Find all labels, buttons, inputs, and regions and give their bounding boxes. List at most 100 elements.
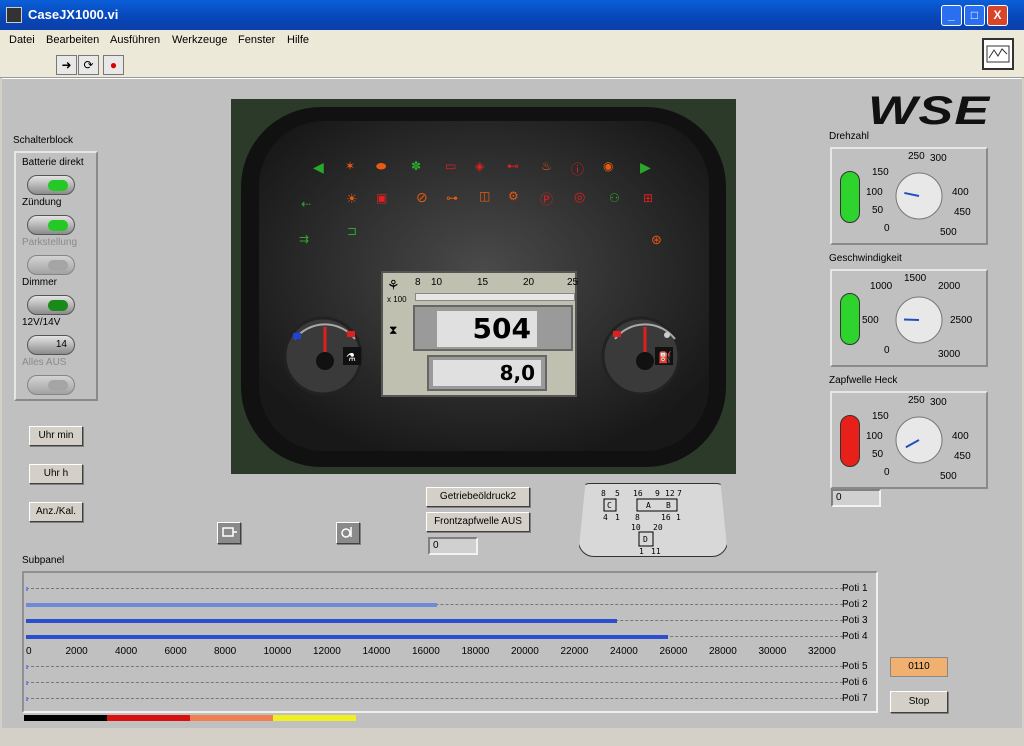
switch-label-alles-aus: Alles AUS [22,357,67,368]
poti-track [26,682,848,684]
zapfwelle-tick-0: 0 [884,467,890,478]
geschw-knob[interactable] [894,295,944,345]
parkstellung-toggle[interactable] [27,255,75,275]
fuel-icon: ⚙ [508,189,519,203]
poti-slider[interactable] [26,631,848,643]
gear-label: 4 [603,513,608,522]
speed-display-frame: 8,0 [427,355,547,391]
menu-ausfuehren[interactable]: Ausführen [110,34,160,46]
temp-icon-button[interactable] [336,522,360,544]
drehzahl-tick-50: 50 [872,205,884,216]
poti-2-label: Poti 2 [842,599,868,610]
menu-bearbeiten[interactable]: Bearbeiten [46,34,99,46]
zapfwelle-tick-250: 250 [908,395,925,406]
turn-right-icon: ▶ [640,159,651,175]
zapfwelle-tick-50: 50 [872,449,884,460]
uhr-min-button[interactable]: Uhr min [29,426,83,446]
svg-text:⛽: ⛽ [658,351,672,364]
menu-hilfe[interactable]: Hilfe [287,34,309,46]
gear-label: 16 [661,513,671,522]
poti-bar [26,681,28,685]
alles-aus-toggle[interactable] [27,375,75,395]
poti-chart: 0 2000 4000 6000 8000 10000 12000 14000 16000 180… [26,577,848,707]
zapfwelle-tick-300: 300 [930,397,947,408]
app-icon [6,7,22,23]
switch-label-batterie: Batterie direkt [22,157,84,168]
poti-slider[interactable] [26,583,848,595]
batterie-toggle[interactable] [27,175,75,195]
geschw-led [840,293,860,345]
scale-tick-15: 15 [477,277,489,288]
poti-bar [26,665,28,669]
zapfwelle-value-field[interactable]: 0 [831,489,881,507]
uhr-h-button[interactable]: Uhr h [29,464,83,484]
subpanel-frame: 0 2000 4000 6000 8000 10000 12000 14000 16000 180… [22,571,878,713]
gear-label: 10 [631,523,641,532]
window-title: CaseJX1000.vi [28,7,119,22]
hydraulic-icon: ◫ [479,189,491,203]
poti-slider[interactable] [26,599,848,611]
geschw-tick-1000: 1000 [870,281,893,292]
parking-brake-icon: Ⓟ [540,192,554,207]
temp-gauge: ⚗ [293,323,361,370]
scale-tick-8: 8 [415,277,421,288]
axis-tick-label: 4000 [115,646,138,657]
drehzahl-tick-300: 300 [930,153,947,164]
axis-tick-label: 8000 [214,646,237,657]
lamp-icon: ✶ [345,159,356,173]
trailer-left-icon: ⇠ [301,197,312,211]
drehzahl-tick-100: 100 [866,187,883,198]
clutch-icon: ✽ [411,159,422,173]
axis-tick-label: 2000 [65,646,88,657]
poti-1-label: Poti 1 [842,583,868,594]
legend-red [107,715,190,721]
stop-button[interactable]: Stop [890,691,948,713]
anz-kal-button[interactable]: Anz./Kal. [29,502,83,522]
menu-datei[interactable]: Datei [9,34,35,46]
axis-tick-label: 14000 [362,646,391,657]
poti-slider[interactable] [26,693,848,705]
maximize-button[interactable]: □ [964,5,985,26]
front-panel: Schalterblock Batterie direkt Zündung Pa… [2,78,1022,728]
gear-label: A [646,501,651,510]
axle-icon: ⊷ [507,159,519,173]
dimmer-led [48,300,68,311]
axis-tick-label: 26000 [659,646,688,657]
poti-slider[interactable] [26,615,848,627]
diff-lock-icon: ⊛ [651,232,662,247]
dimmer-toggle[interactable] [27,295,75,315]
menu-fenster[interactable]: Fenster [238,34,275,46]
poti-slider[interactable] [26,661,848,673]
poti-slider[interactable] [26,677,848,689]
voltage-toggle[interactable]: 14 [27,335,75,355]
abort-icon[interactable]: ● [103,55,124,75]
legend-yellow [273,715,356,721]
gear-label: 11 [651,547,661,556]
getriebeoeldruck-button[interactable]: Getriebeöldruck2 [426,487,530,507]
pto-icon: ⊶ [446,191,458,205]
scale-tick-20: 20 [523,277,535,288]
gear-label: C [607,501,612,510]
zuendung-toggle[interactable] [27,215,75,235]
poti-5-label: Poti 5 [842,661,868,672]
zapfwelle-tick-450: 450 [954,451,971,462]
frontzapfwelle-value-field[interactable]: 0 [428,537,478,555]
poti-track [26,698,848,700]
wse-logo: WSE [868,89,991,133]
minimize-button[interactable]: _ [941,5,962,26]
toolbar: ➜ ⟳ ● [0,38,1024,78]
axis-tick-label: 28000 [709,646,737,657]
drehzahl-knob[interactable] [894,171,944,221]
glow-plug-icon: ◉ [603,159,614,173]
frontzapfwelle-button[interactable]: Frontzapfwelle AUS [426,512,530,532]
close-button[interactable]: X [987,5,1008,26]
zapfwelle-knob[interactable] [894,415,944,465]
engine-icon-button[interactable] [217,522,241,544]
coolant-icon: ♨ [541,159,552,173]
dashboard-display: ◀ ✶ ⬬ ✽ ▭ ◈ ⊷ ♨ ⓘ ◉ ▶ ⇠ ☀ ▣ ⊘ ⊶ ◫ ⚙ Ⓟ ◎ … [231,99,736,474]
menu-werkzeuge[interactable]: Werkzeuge [172,34,227,46]
run-arrow-icon[interactable]: ➜ [56,55,77,75]
scale-unit: x 100 [387,295,407,304]
code-display: 0110 [890,657,948,677]
run-continuously-icon[interactable]: ⟳ [78,55,99,75]
